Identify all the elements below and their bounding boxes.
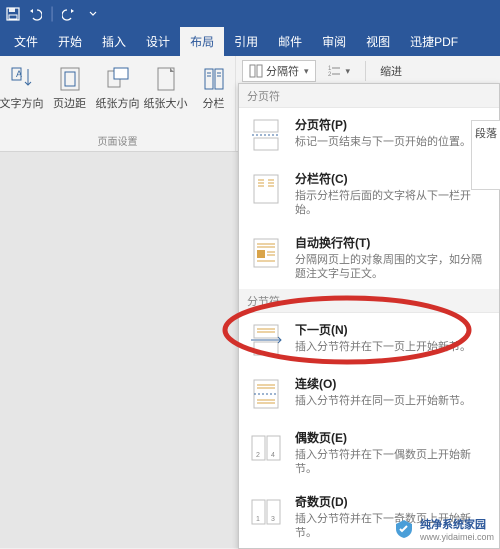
- line-numbers-icon: 12: [327, 64, 341, 78]
- odd-page-icon: 13: [247, 493, 285, 531]
- tab-file[interactable]: 文件: [4, 27, 48, 56]
- menu-item-desc: 插入分节符并在下一偶数页上开始新节。: [295, 448, 489, 477]
- size-icon: [151, 64, 181, 94]
- indent-label: 缩进: [380, 63, 402, 79]
- tab-review[interactable]: 审阅: [312, 27, 356, 56]
- svg-text:A: A: [16, 69, 22, 79]
- orientation-icon: [103, 64, 133, 94]
- svg-text:2: 2: [328, 72, 332, 78]
- svg-text:4: 4: [271, 452, 275, 459]
- page-break-icon: [247, 116, 285, 154]
- menu-header-section-breaks: 分节符: [239, 289, 499, 313]
- menu-item-even-page[interactable]: 24 偶数页(E) 插入分节符并在下一偶数页上开始新节。: [239, 421, 499, 485]
- menu-item-title: 分栏符(C): [295, 170, 489, 187]
- tab-references[interactable]: 引用: [224, 27, 268, 56]
- document-area[interactable]: [0, 152, 238, 548]
- next-page-icon: [247, 321, 285, 359]
- save-icon[interactable]: [6, 7, 20, 21]
- columns-label: 分栏: [203, 98, 225, 111]
- chevron-down-icon: ▾: [346, 66, 351, 77]
- menu-item-desc: 标记一页结束与下一页开始的位置。: [295, 135, 489, 149]
- svg-text:3: 3: [271, 516, 275, 523]
- menu-item-next-page[interactable]: 下一页(N) 插入分节符并在下一页上开始新节。: [239, 313, 499, 367]
- svg-text:1: 1: [256, 516, 260, 523]
- menu-item-continuous[interactable]: 连续(O) 插入分节符并在同一页上开始新节。: [239, 367, 499, 421]
- paragraph-group-fragment: 段落: [471, 120, 500, 190]
- line-numbers-button[interactable]: 12 ▾: [320, 60, 358, 82]
- breaks-icon: [249, 64, 263, 78]
- watermark-url: www.yidaimei.com: [420, 532, 494, 542]
- breaks-menu: 分页符 分页符(P) 标记一页结束与下一页开始的位置。 分栏符(C) 指示分栏符…: [238, 83, 500, 549]
- orientation-button[interactable]: 纸张方向: [95, 60, 141, 131]
- tab-xunjie[interactable]: 迅捷PDF: [400, 27, 468, 56]
- menu-item-title: 下一页(N): [295, 321, 489, 338]
- continuous-icon: [247, 375, 285, 413]
- menu-item-title: 分页符(P): [295, 116, 489, 133]
- text-direction-button[interactable]: A 文字方向: [0, 60, 45, 131]
- menu-item-title: 自动换行符(T): [295, 234, 489, 251]
- menu-item-text-wrapping[interactable]: 自动换行符(T) 分隔网页上的对象周围的文字，如分隔题注文字与正文。: [239, 226, 499, 290]
- breaks-label: 分隔符: [266, 63, 299, 79]
- margins-label: 页边距: [53, 98, 86, 111]
- size-button[interactable]: 纸张大小: [143, 60, 189, 131]
- undo-icon[interactable]: [28, 7, 42, 21]
- tab-home[interactable]: 开始: [48, 27, 92, 56]
- tab-mail[interactable]: 邮件: [268, 27, 312, 56]
- even-page-icon: 24: [247, 429, 285, 467]
- qat-more-chevron-icon[interactable]: [86, 7, 100, 21]
- margins-button[interactable]: 页边距: [47, 60, 93, 131]
- redo-icon[interactable]: [62, 7, 76, 21]
- margins-icon: [55, 64, 85, 94]
- menu-item-desc: 指示分栏符后面的文字将从下一栏开始。: [295, 189, 489, 218]
- menu-item-desc: 分隔网页上的对象周围的文字，如分隔题注文字与正文。: [295, 253, 489, 282]
- ribbon-tabs: 文件 开始 插入 设计 布局 引用 邮件 审阅 视图 迅捷PDF: [0, 28, 500, 56]
- menu-item-title: 奇数页(D): [295, 493, 489, 510]
- menu-item-page-break[interactable]: 分页符(P) 标记一页结束与下一页开始的位置。: [239, 108, 499, 162]
- menu-item-desc: 插入分节符并在同一页上开始新节。: [295, 394, 489, 408]
- columns-button[interactable]: 分栏: [191, 60, 237, 131]
- group-page-setup-label: 页面设置: [2, 131, 233, 151]
- menu-item-column-break[interactable]: 分栏符(C) 指示分栏符后面的文字将从下一栏开始。: [239, 162, 499, 226]
- group-page-setup: A 文字方向 页边距 纸张方向 纸张大小: [0, 56, 236, 151]
- breaks-button[interactable]: 分隔符 ▾: [242, 60, 316, 82]
- titlebar: |: [0, 0, 500, 28]
- columns-icon: [199, 64, 229, 94]
- qat-separator: |: [50, 5, 54, 23]
- watermark: 纯净系统家园 www.yidaimei.com: [394, 516, 494, 542]
- column-break-icon: [247, 170, 285, 208]
- paragraph-label: 段落: [475, 125, 497, 141]
- svg-text:2: 2: [256, 452, 260, 459]
- chevron-down-icon: ▾: [304, 66, 309, 77]
- text-direction-icon: A: [7, 64, 37, 94]
- size-label: 纸张大小: [144, 98, 188, 111]
- tab-design[interactable]: 设计: [136, 27, 180, 56]
- watermark-logo-icon: [394, 519, 414, 539]
- text-wrap-icon: [247, 234, 285, 272]
- tab-layout[interactable]: 布局: [180, 27, 224, 56]
- tab-view[interactable]: 视图: [356, 27, 400, 56]
- menu-item-desc: 插入分节符并在下一页上开始新节。: [295, 340, 489, 354]
- menu-item-title: 偶数页(E): [295, 429, 489, 446]
- menu-item-title: 连续(O): [295, 375, 489, 392]
- watermark-brand: 纯净系统家园: [420, 516, 494, 532]
- orientation-label: 纸张方向: [96, 98, 140, 111]
- text-direction-label: 文字方向: [0, 98, 44, 111]
- menu-header-page-breaks: 分页符: [239, 84, 499, 108]
- tab-insert[interactable]: 插入: [92, 27, 136, 56]
